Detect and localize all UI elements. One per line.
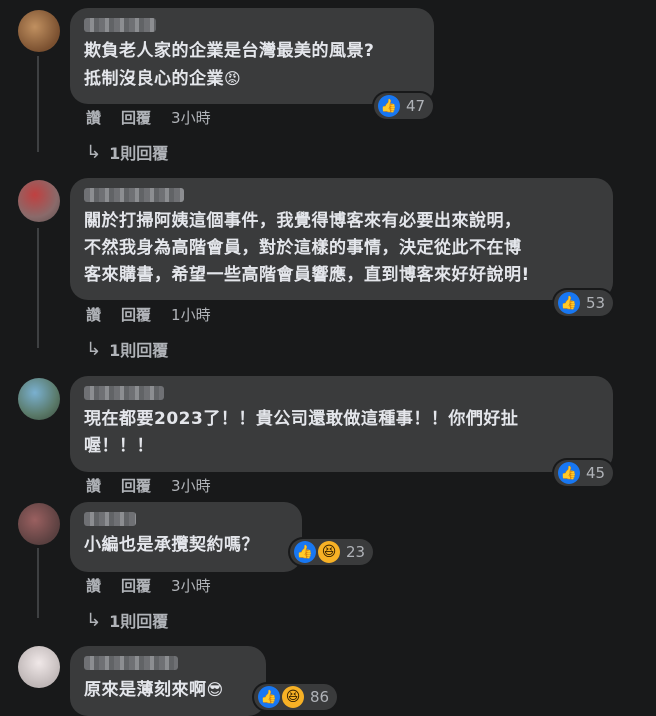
view-replies-link[interactable]: ↳ 1則回覆 xyxy=(86,140,168,164)
thumbs-up-icon: 👍 xyxy=(558,292,580,314)
comment-actions: 讚 回覆 3小時 xyxy=(86,575,231,596)
reaction-summary[interactable]: 👍 😆 86 xyxy=(254,684,338,710)
commenter-name[interactable] xyxy=(84,386,164,400)
reply-arrow-icon: ↳ xyxy=(86,609,102,631)
avatar[interactable] xyxy=(18,378,60,420)
thread-line xyxy=(37,228,39,348)
comment-actions: 讚 回覆 1小時 xyxy=(86,304,231,325)
view-replies-link[interactable]: ↳ 1則回覆 xyxy=(86,337,168,361)
comment-bubble: 現在都要2023了！！貴公司還敢做這種事！！你們好扯 喔！！！ xyxy=(70,376,613,472)
comment-bubble: 關於打掃阿姨這個事件，我覺得博客來有必要出來說明， 不然我身為高階會員，對於這樣… xyxy=(70,178,613,300)
comment-bubble: 小編也是承攬契約嗎？ xyxy=(70,502,302,572)
laughing-face-icon: 😆 xyxy=(318,541,340,563)
replies-count-label: 1則回覆 xyxy=(109,341,169,360)
thread-line xyxy=(37,56,39,152)
commenter-name[interactable] xyxy=(84,18,156,32)
reaction-summary[interactable]: 👍 53 xyxy=(554,290,614,316)
timestamp[interactable]: 3小時 xyxy=(171,107,211,128)
sunglasses-face-icon: 😎 xyxy=(206,680,224,699)
commenter-name[interactable] xyxy=(84,188,184,202)
thread-line xyxy=(37,548,39,618)
comment-text: 關於打掃阿姨這個事件，我覺得博客來有必要出來說明， 不然我身為高階會員，對於這樣… xyxy=(84,211,530,285)
reply-button[interactable]: 回覆 xyxy=(121,304,151,325)
comment-actions: 讚 回覆 3小時 xyxy=(86,107,231,128)
reaction-summary[interactable]: 👍 😆 23 xyxy=(290,539,374,565)
avatar[interactable] xyxy=(18,646,60,688)
reply-arrow-icon: ↳ xyxy=(86,338,102,360)
reaction-count: 86 xyxy=(310,688,330,706)
comment-text: 原來是薄刻來啊 xyxy=(84,680,207,700)
like-button[interactable]: 讚 xyxy=(86,304,101,325)
thumbs-up-icon: 👍 xyxy=(378,95,400,117)
comment-text: 現在都要2023了！！貴公司還敢做這種事！！你們好扯 喔！！！ xyxy=(84,409,519,456)
thumbs-up-icon: 👍 xyxy=(294,541,316,563)
reply-button[interactable]: 回覆 xyxy=(121,107,151,128)
commenter-name[interactable] xyxy=(84,656,178,670)
reaction-count: 53 xyxy=(586,294,606,312)
reaction-count: 23 xyxy=(346,543,366,561)
avatar[interactable] xyxy=(18,503,60,545)
like-button[interactable]: 讚 xyxy=(86,575,101,596)
timestamp[interactable]: 3小時 xyxy=(171,575,211,596)
comment-bubble: 欺負老人家的企業是台灣最美的風景? 抵制沒良心的企業😡 xyxy=(70,8,434,104)
reaction-count: 45 xyxy=(586,464,606,482)
thumbs-up-icon: 👍 xyxy=(558,462,580,484)
replies-count-label: 1則回覆 xyxy=(109,144,169,163)
comment-bubble: 原來是薄刻來啊😎 xyxy=(70,646,266,716)
commenter-name[interactable] xyxy=(84,512,136,526)
comment-text: 小編也是承攬契約嗎？ xyxy=(84,535,259,555)
timestamp[interactable]: 1小時 xyxy=(171,304,211,325)
view-replies-link[interactable]: ↳ 1則回覆 xyxy=(86,608,168,632)
laughing-face-icon: 😆 xyxy=(282,686,304,708)
avatar[interactable] xyxy=(18,180,60,222)
reply-button[interactable]: 回覆 xyxy=(121,475,151,496)
like-button[interactable]: 讚 xyxy=(86,475,101,496)
reply-button[interactable]: 回覆 xyxy=(121,575,151,596)
timestamp[interactable]: 3小時 xyxy=(171,475,211,496)
angry-face-icon: 😡 xyxy=(224,69,242,88)
reaction-summary[interactable]: 👍 47 xyxy=(374,93,434,119)
reply-arrow-icon: ↳ xyxy=(86,141,102,163)
comment-actions: 讚 回覆 3小時 xyxy=(86,475,231,496)
like-button[interactable]: 讚 xyxy=(86,107,101,128)
replies-count-label: 1則回覆 xyxy=(109,612,169,631)
avatar[interactable] xyxy=(18,10,60,52)
reaction-summary[interactable]: 👍 45 xyxy=(554,460,614,486)
thumbs-up-icon: 👍 xyxy=(258,686,280,708)
reaction-count: 47 xyxy=(406,97,426,115)
